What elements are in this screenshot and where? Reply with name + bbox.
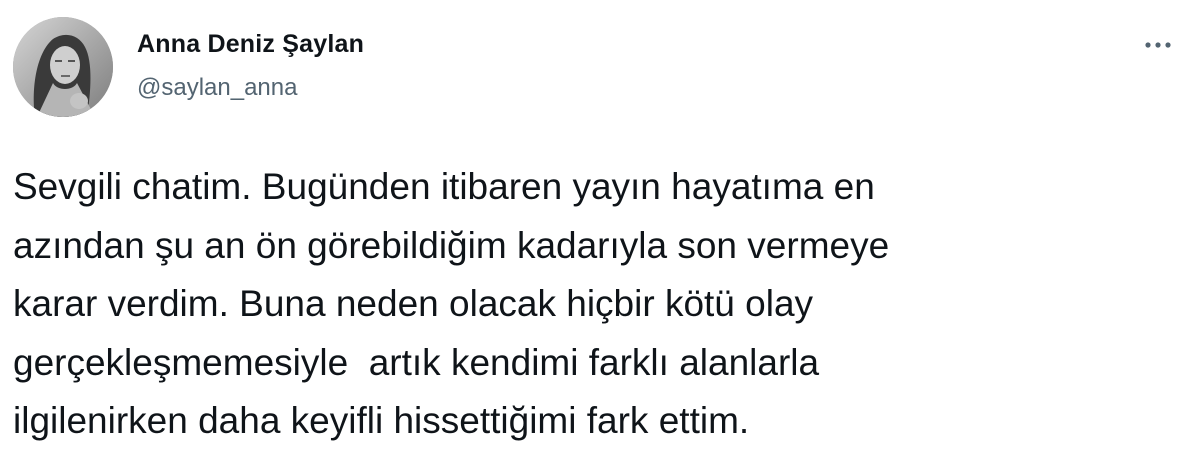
more-options-button[interactable] bbox=[1136, 30, 1180, 60]
profile-photo-icon bbox=[13, 17, 113, 117]
author-display-name[interactable]: Anna Deniz Şaylan bbox=[137, 30, 364, 59]
tweet-body-text: Sevgili chatim. Bugünden itibaren yayın … bbox=[13, 166, 890, 441]
tweet-card: Anna Deniz Şaylan @saylan_anna Sevgili c… bbox=[0, 0, 1200, 457]
author-handle[interactable]: @saylan_anna bbox=[137, 74, 297, 102]
ellipsis-horizontal-icon bbox=[1145, 42, 1171, 48]
author-avatar[interactable] bbox=[13, 17, 113, 117]
